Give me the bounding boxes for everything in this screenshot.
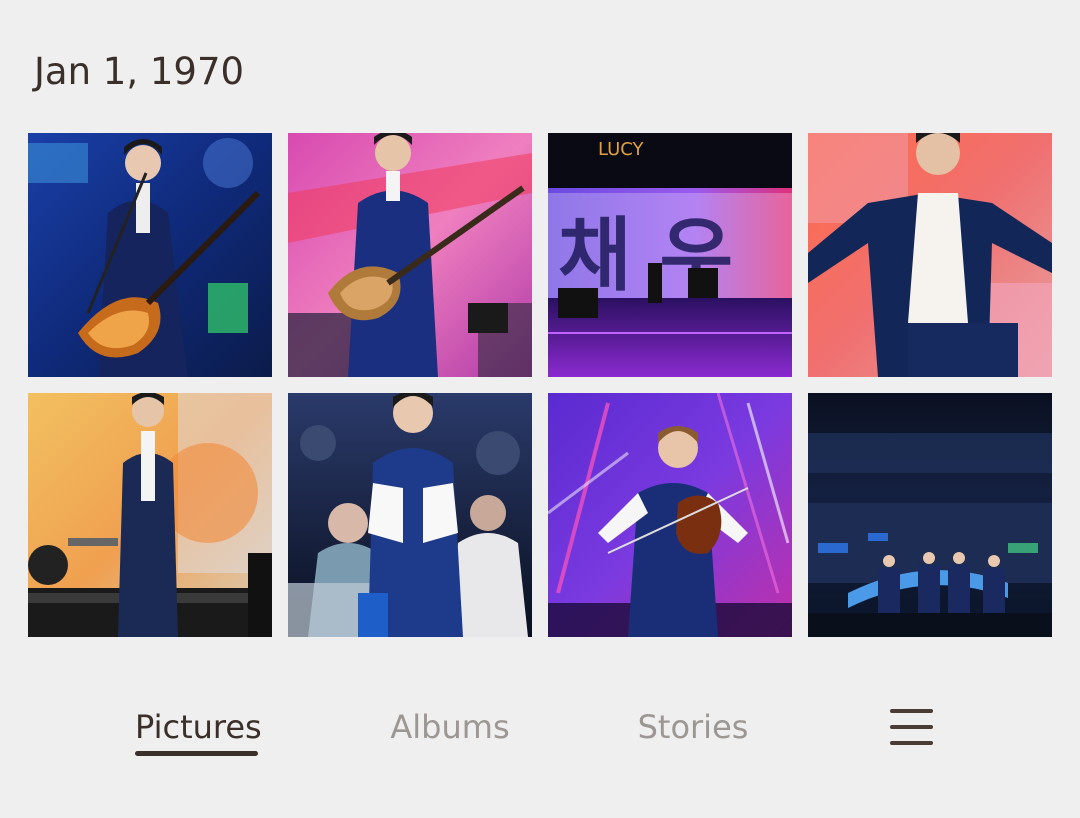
active-tab-indicator	[135, 751, 258, 756]
tab-stories[interactable]: Stories	[632, 708, 754, 746]
photo-thumbnail-6[interactable]	[288, 393, 532, 637]
photo-thumbnail-3[interactable]: LUCY 채 우	[548, 133, 792, 377]
photo-thumbnail-8[interactable]	[808, 393, 1052, 637]
stage-screen-sign: LUCY	[598, 139, 645, 160]
photo-thumbnail-2[interactable]	[288, 133, 532, 377]
photo-thumbnail-7[interactable]	[548, 393, 792, 637]
photo-thumbnail-1[interactable]	[28, 133, 272, 377]
tab-albums[interactable]: Albums	[385, 708, 515, 746]
hamburger-menu-icon[interactable]	[888, 705, 934, 751]
date-header: Jan 1, 1970	[34, 50, 245, 93]
photo-thumbnail-5[interactable]	[28, 393, 272, 637]
photo-thumbnail-4[interactable]	[808, 133, 1052, 377]
tab-pictures[interactable]: Pictures	[135, 708, 262, 746]
photo-grid: LUCY 채 우	[28, 133, 1052, 637]
bottom-navigation: Pictures Albums Stories	[0, 690, 1080, 770]
